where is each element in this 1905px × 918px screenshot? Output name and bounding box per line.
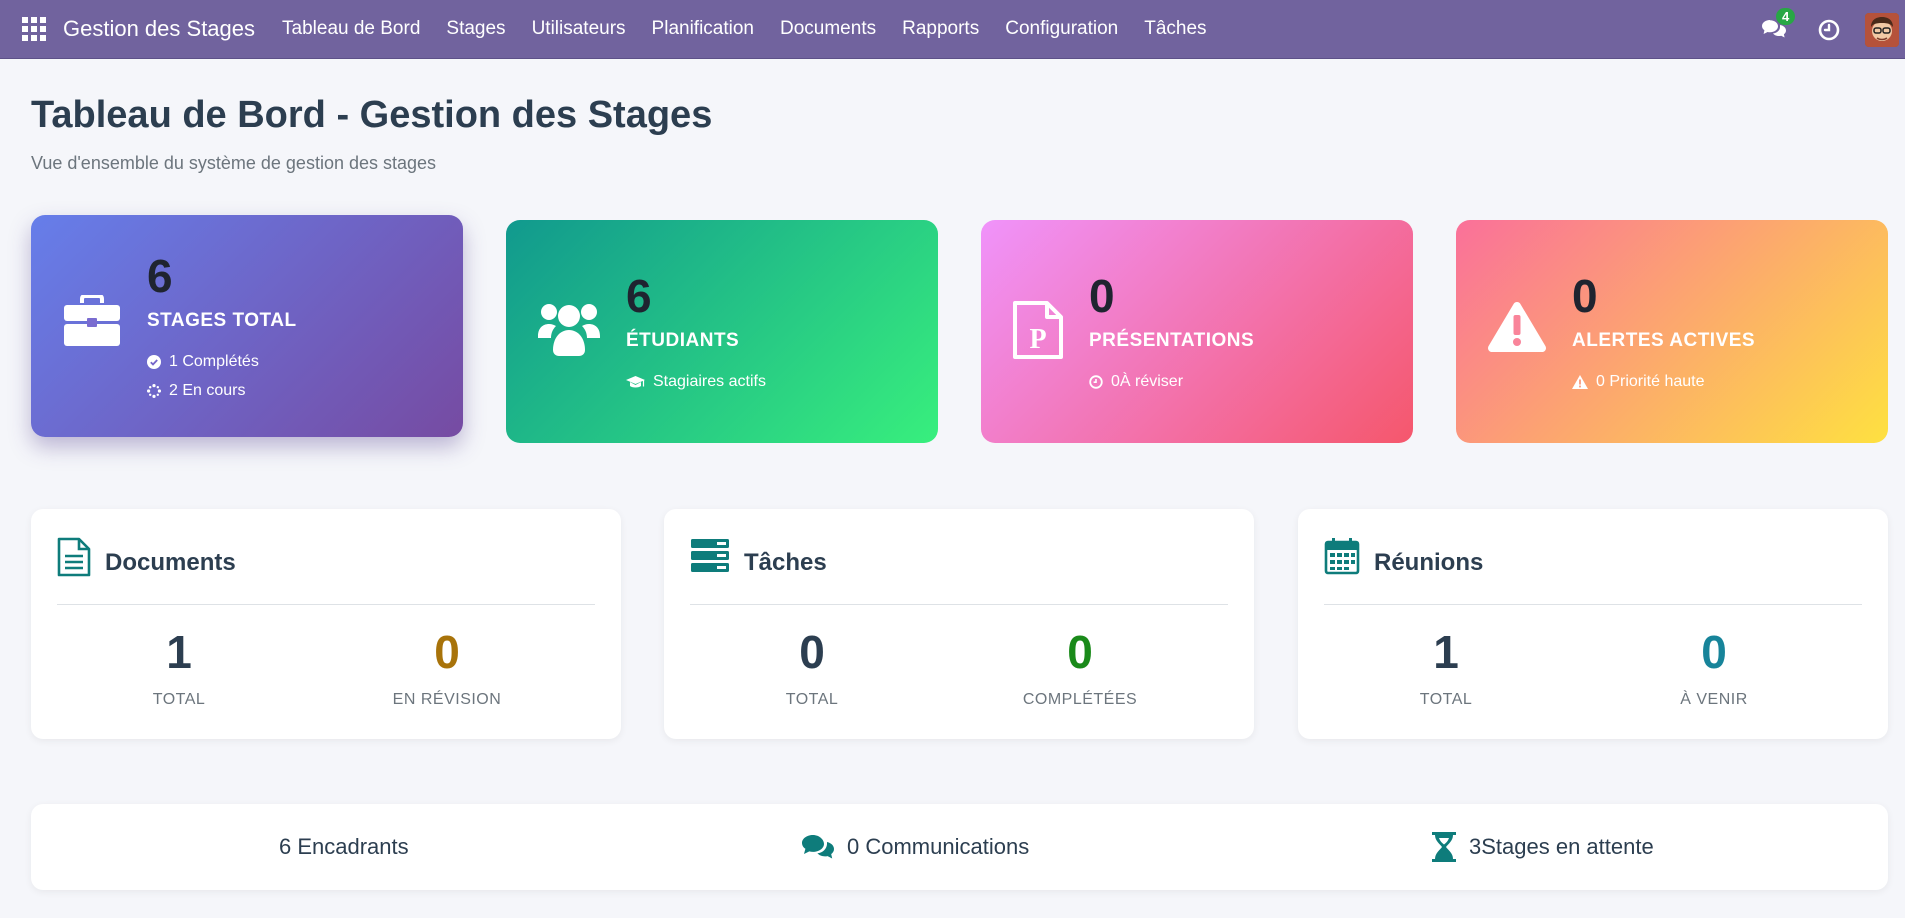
stat-value: 0 [1067,626,1093,678]
stat-total: 1 TOTAL [1346,629,1546,709]
footer-communications-text: 0 Communications [847,834,1030,859]
footer-attente-text: 3Stages en attente [1469,834,1654,859]
stat-total: 0 TOTAL [712,629,912,709]
briefcase-icon [64,295,120,346]
kpi-sub-text: 0 Priorité haute [1596,373,1705,390]
stat-value: 0 [1701,626,1727,678]
stat-label: TOTAL [152,691,206,708]
footer-stages-attente[interactable]: 3Stages en attente [1431,804,1654,890]
kpi-label: STAGES TOTAL [147,310,297,331]
tasks-icon [691,539,729,572]
menu-taches[interactable]: Tâches [1131,18,1219,40]
kpi-sub-text: 1 Complétés [169,353,259,370]
kpi-label: PRÉSENTATIONS [1089,330,1255,351]
menu-documents[interactable]: Documents [767,18,889,40]
kpi-label: ÉTUDIANTS [626,330,740,351]
stat-label: EN RÉVISION [392,691,502,708]
footer-encadrants[interactable]: 6 Encadrants [279,804,409,890]
svg-text:P: P [1029,324,1046,355]
summary-footer-card: 6 Encadrants 0 Communications 3Stages en… [31,804,1888,890]
menu-planification[interactable]: Planification [639,18,767,40]
stat-en-revision: 0 EN RÉVISION [347,629,547,709]
stat-value: 1 [1433,626,1459,678]
stat-total: 1 TOTAL [79,629,279,709]
main-menu: Tableau de Bord Stages Utilisateurs Plan… [269,18,1220,40]
hourglass-icon [1432,832,1456,862]
check-circle-icon [147,355,161,369]
menu-utilisateurs[interactable]: Utilisateurs [519,18,639,40]
kpi-sub-completes: 1 Complétés [147,353,259,371]
kpi-sub-text: 0À réviser [1111,373,1184,390]
messages-button[interactable]: 4 [1761,7,1796,43]
section-card-reunions[interactable]: Réunions 1 TOTAL 0 À VENIR [1298,509,1888,739]
stat-completees: 0 COMPLÉTÉES [980,629,1180,709]
presentation-file-icon: P [1013,301,1063,359]
stat-value: 0 [799,626,825,678]
kpi-sub-a-reviser: 0À réviser [1089,373,1183,391]
section-header: Tâches [690,537,1228,605]
kpi-card-presentations[interactable]: P 0 PRÉSENTATIONS 0À réviser [981,220,1413,443]
footer-encadrants-text: 6 Encadrants [279,834,409,859]
page-subtitle: Vue d'ensemble du système de gestion des… [31,153,437,173]
stat-a-venir: 0 À VENIR [1614,629,1814,709]
avatar-image [1865,12,1899,47]
section-header: Documents [57,537,595,605]
top-navbar: Gestion des Stages Tableau de Bord Stage… [0,0,1905,59]
kpi-sub-en-cours: 2 En cours [147,382,245,400]
kpi-card-stages-total[interactable]: 6 STAGES TOTAL 1 Complétés 2 En cours [31,215,463,437]
section-title: Tâches [744,549,827,576]
section-title: Documents [105,549,236,576]
clock-icon [1089,375,1103,389]
clock-icon [1818,19,1840,40]
stat-value: 0 [434,626,460,678]
menu-tableau-de-bord[interactable]: Tableau de Bord [269,18,433,40]
kpi-sub-stagiaires: Stagiaires actifs [626,373,766,391]
kpi-label: ALERTES ACTIVES [1572,330,1756,351]
kpi-value: 6 [147,250,173,302]
warning-small-icon [1572,375,1588,389]
stat-label: TOTAL [785,691,839,708]
kpi-value: 6 [626,270,652,322]
warning-icon [1488,302,1546,352]
kpi-value: 0 [1089,270,1115,322]
activity-clock-button[interactable] [1817,18,1841,42]
section-card-documents[interactable]: Documents 1 TOTAL 0 EN RÉVISION [31,509,621,739]
kpi-sub-text: 2 En cours [169,382,246,399]
navbar-right: 4 [1761,0,1905,59]
users-icon [538,304,600,356]
calendar-icon [1324,538,1360,575]
document-icon [57,537,91,577]
apps-grid-icon[interactable] [21,16,47,42]
menu-configuration[interactable]: Configuration [992,18,1131,40]
stat-label: À VENIR [1680,691,1748,708]
stat-label: TOTAL [1419,691,1473,708]
section-card-taches[interactable]: Tâches 0 TOTAL 0 COMPLÉTÉES [664,509,1254,739]
graduation-cap-icon [626,375,645,387]
comments-icon [802,835,834,859]
app-brand[interactable]: Gestion des Stages [63,16,255,42]
kpi-card-alertes[interactable]: 0 ALERTES ACTIVES 0 Priorité haute [1456,220,1888,443]
kpi-sub-priorite: 0 Priorité haute [1572,373,1705,391]
stat-label: COMPLÉTÉES [1022,691,1138,708]
spinner-icon [147,384,161,398]
page-title: Tableau de Bord - Gestion des Stages [31,94,713,136]
kpi-value: 0 [1572,270,1598,322]
section-header: Réunions [1324,537,1862,605]
messages-badge: 4 [1776,7,1796,25]
user-avatar[interactable] [1865,12,1899,47]
section-title: Réunions [1374,549,1484,576]
menu-stages[interactable]: Stages [433,18,518,40]
stat-value: 1 [166,626,192,678]
kpi-sub-text: Stagiaires actifs [653,373,766,390]
kpi-card-etudiants[interactable]: 6 ÉTUDIANTS Stagiaires actifs [506,220,938,443]
footer-communications[interactable]: 0 Communications [801,804,1029,890]
menu-rapports[interactable]: Rapports [889,18,992,40]
